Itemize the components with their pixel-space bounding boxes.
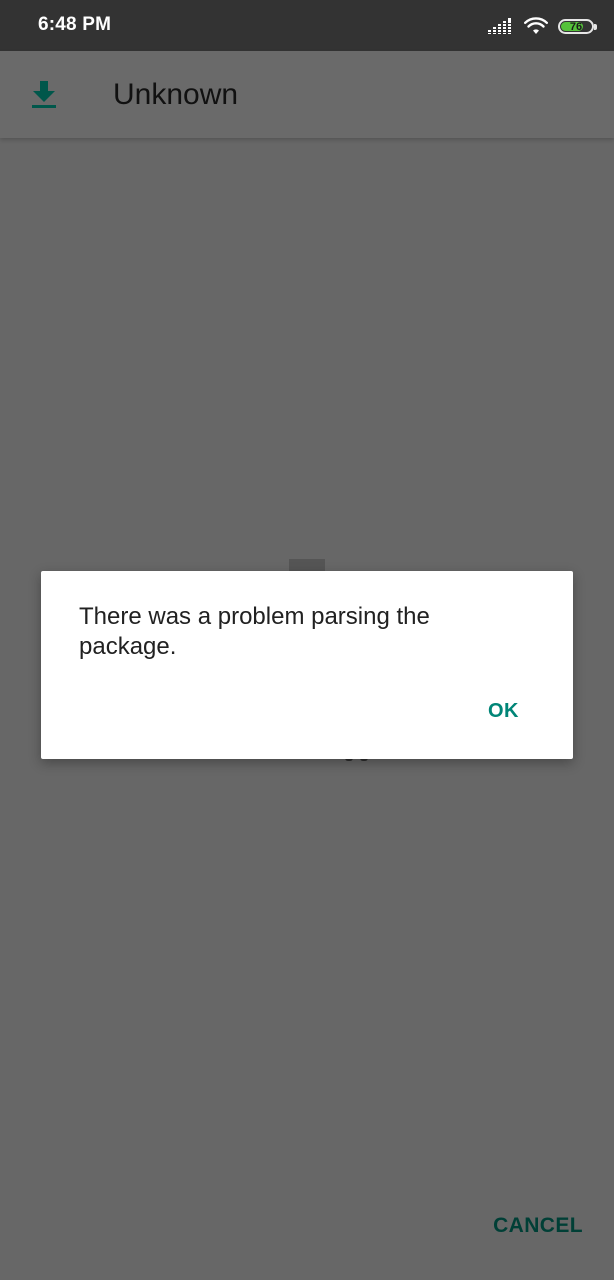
status-icons: 76	[488, 15, 597, 37]
dialog-message: There was a problem parsing the package.	[79, 603, 430, 660]
app-title: Unknown	[113, 78, 239, 111]
signal-icon	[488, 18, 512, 34]
battery-icon: 76	[558, 18, 597, 34]
ok-button[interactable]: OK	[488, 700, 519, 723]
status-time: 6:48 PM	[38, 14, 112, 35]
wifi-icon	[524, 17, 548, 34]
cancel-button[interactable]: CANCEL	[493, 1214, 583, 1238]
battery-tip	[594, 23, 597, 30]
app-bar: Unknown	[0, 51, 614, 138]
status-bar: 6:48 PM 76	[0, 0, 614, 51]
battery-level: 76	[569, 20, 583, 33]
download-icon	[32, 81, 56, 108]
error-dialog: There was a problem parsing the package.…	[41, 571, 573, 759]
